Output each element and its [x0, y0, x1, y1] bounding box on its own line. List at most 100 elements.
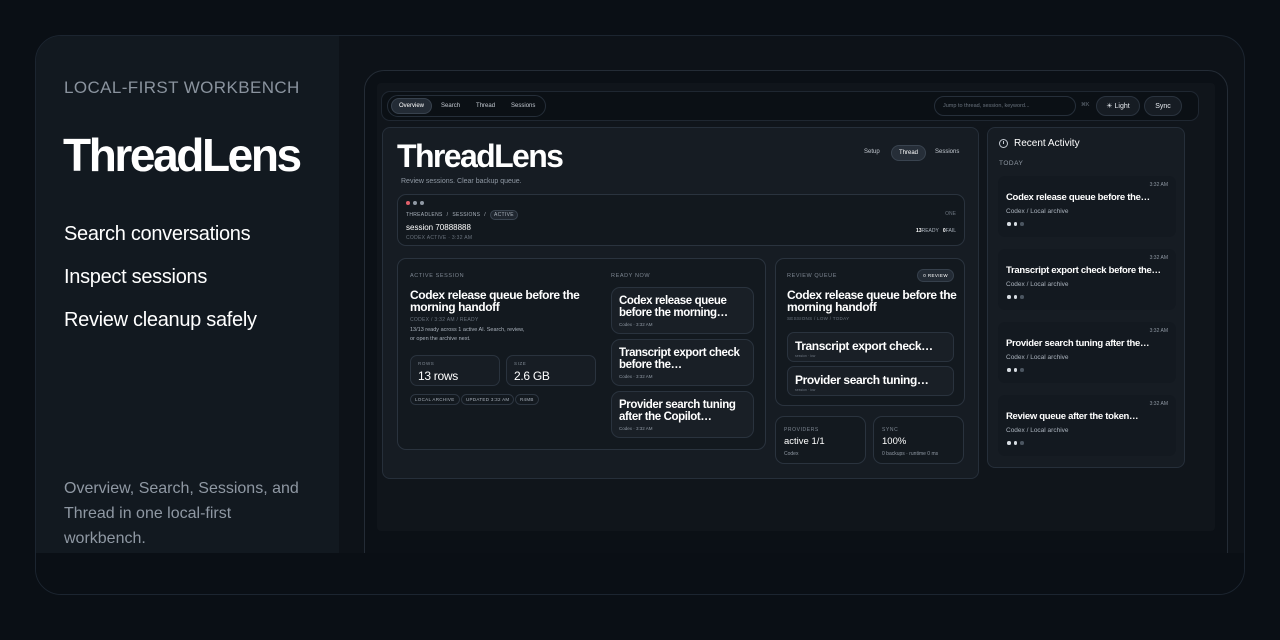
active-session-meta: CODEX / 3:32 AM / READY: [410, 317, 479, 323]
progress-dots: [1007, 368, 1024, 372]
main-panel: ThreadLens Review sessions. Clear backup…: [382, 127, 979, 479]
search-placeholder: Jump to thread, session, keyword...: [943, 103, 1030, 109]
active-session-label: ACTIVE SESSION: [410, 273, 465, 279]
hero-brand: ThreadLens: [63, 129, 302, 181]
review-item-title: Transcript export check…: [795, 339, 933, 353]
active-session-description: 13/13 ready across 1 active AI. Search, …: [410, 327, 525, 342]
group-today-label: TODAY: [999, 160, 1024, 167]
session-name: session 70888888: [406, 223, 471, 232]
providers-value: active 1/1: [784, 436, 825, 447]
hero-description: Overview, Search, Sessions, and Thread i…: [64, 480, 299, 547]
activity-title: Provider search tuning after the…: [1006, 338, 1150, 349]
window-dots: [406, 201, 424, 205]
status-badge: ACTIVE: [490, 210, 518, 220]
crumb-sessions[interactable]: SESSIONS: [452, 212, 480, 218]
progress-dot: [1020, 368, 1024, 372]
activity-item[interactable]: 3:32 AM Codex release queue before the… …: [998, 176, 1176, 237]
size-value: 2.6 GB: [514, 369, 550, 383]
sync-button[interactable]: Sync: [1144, 96, 1182, 116]
progress-dots: [1007, 441, 1024, 445]
activity-time: 3:32 AM: [1149, 255, 1168, 261]
hero-eyebrow: LOCAL-FIRST WORKBENCH: [64, 78, 300, 97]
segment-thread[interactable]: Thread: [891, 145, 927, 161]
progress-dots: [1007, 295, 1024, 299]
rows-value: 13 rows: [418, 369, 458, 383]
crumb-threadlens[interactable]: THREADLENS: [406, 212, 443, 218]
progress-dot: [1007, 222, 1011, 226]
active-session-title[interactable]: Codex release queue before the morning h…: [410, 289, 595, 313]
sync-value: 100%: [882, 436, 907, 447]
segment-sessions[interactable]: Sessions: [928, 145, 966, 159]
tab-thread[interactable]: Thread: [469, 99, 502, 113]
size-label: SIZE: [514, 361, 527, 366]
session-counts: 13READY 0FAIL: [916, 228, 956, 234]
activity-meta: Codex / Local archive: [1006, 354, 1069, 361]
activity-title: Transcript export check before the…: [1006, 265, 1161, 276]
review-count-badge: 0 REVIEW: [917, 269, 954, 282]
sync-card: SYNC 100% 0 backups · runtime 0 ms: [873, 416, 964, 464]
review-item-meta: session · low: [795, 388, 816, 392]
providers-meta: Codex: [784, 451, 799, 457]
card-bottom-fade: [36, 553, 1244, 594]
feature-search: Search conversations: [64, 223, 251, 245]
recent-activity-title: Recent Activity: [1014, 138, 1080, 149]
recent-activity-header: Recent Activity: [999, 138, 1080, 149]
hero-card: LOCAL-FIRST WORKBENCH ThreadLens Search …: [35, 35, 1245, 595]
device-frame: Overview Search Thread Sessions Jump to …: [364, 70, 1228, 590]
window-dot: [420, 201, 424, 205]
rows-label: ROWS: [418, 361, 435, 366]
review-item[interactable]: Provider search tuning… session · low: [787, 366, 954, 396]
activity-item[interactable]: 3:32 AM Transcript export check before t…: [998, 249, 1176, 310]
size-stat: SIZE 2.6 GB: [506, 355, 596, 386]
active-session-card: ACTIVE SESSION Codex release queue befor…: [397, 258, 766, 450]
review-queue-card: REVIEW QUEUE 0 REVIEW Codex release queu…: [775, 258, 965, 406]
review-item[interactable]: Transcript export check… session · low: [787, 332, 954, 362]
ready-item-title: Codex release queue before the morning…: [619, 295, 728, 319]
providers-label: PROVIDERS: [784, 427, 819, 433]
tab-overview[interactable]: Overview: [391, 98, 433, 114]
review-item-title: Provider search tuning…: [795, 373, 929, 387]
review-queue-title[interactable]: Codex release queue before the morning h…: [787, 289, 959, 313]
light-theme-button[interactable]: ☀ Light: [1096, 96, 1140, 116]
ready-item[interactable]: Codex release queue before the morning… …: [611, 287, 754, 334]
ready-item[interactable]: Provider search tuning after the Copilot…: [611, 391, 754, 438]
rows-stat: ROWS 13 rows: [410, 355, 500, 386]
top-bar: Overview Search Thread Sessions Jump to …: [381, 91, 1199, 121]
app-title: ThreadLens: [397, 138, 564, 174]
search-shortcut: ⌘K: [1081, 102, 1090, 108]
ready-item[interactable]: Transcript export check before the… Code…: [611, 339, 754, 386]
activity-item[interactable]: 3:32 AM Provider search tuning after the…: [998, 322, 1176, 383]
hero-panel: LOCAL-FIRST WORKBENCH ThreadLens Search …: [36, 36, 339, 553]
segment-setup[interactable]: Setup: [857, 145, 887, 159]
session-bar[interactable]: THREADLENS / SESSIONS / ACTIVE ONE sessi…: [397, 194, 965, 246]
activity-meta: Codex / Local archive: [1006, 427, 1069, 434]
jump-search-input[interactable]: Jump to thread, session, keyword...: [934, 96, 1076, 116]
activity-item[interactable]: 3:32 AM Review queue after the token… Co…: [998, 395, 1176, 456]
app-subtitle: Review sessions. Clear backup queue.: [401, 178, 522, 185]
activity-time: 3:32 AM: [1149, 401, 1168, 407]
progress-dot: [1020, 295, 1024, 299]
feature-inspect: Inspect sessions: [64, 266, 208, 288]
ready-item-meta: Codex · 3:32 AM: [619, 322, 653, 327]
review-queue-label: REVIEW QUEUE: [787, 273, 837, 279]
tag-updated: UPDATED 3:32 AM: [461, 394, 515, 405]
ready-item-meta: Codex · 3:32 AM: [619, 374, 653, 379]
window-dot: [406, 201, 410, 205]
activity-meta: Codex / Local archive: [1006, 281, 1069, 288]
progress-dot: [1013, 295, 1017, 299]
progress-dots: [1007, 222, 1024, 226]
tab-search[interactable]: Search: [434, 99, 467, 113]
session-count-label: ONE: [945, 211, 956, 217]
activity-time: 3:32 AM: [1149, 182, 1168, 188]
ready-item-title: Transcript export check before the…: [619, 347, 740, 371]
ready-label: READY: [921, 228, 939, 234]
window-dot: [413, 201, 417, 205]
ready-item-meta: Codex · 3:32 AM: [619, 426, 653, 431]
nav-tabs: Overview Search Thread Sessions: [387, 95, 547, 117]
recent-activity-panel: Recent Activity TODAY 3:32 AM Codex rele…: [987, 127, 1185, 468]
tab-sessions[interactable]: Sessions: [504, 99, 542, 113]
progress-dot: [1020, 222, 1024, 226]
sync-meta: 0 backups · runtime 0 ms: [882, 451, 939, 457]
progress-dot: [1013, 222, 1017, 226]
progress-dot: [1020, 441, 1024, 445]
